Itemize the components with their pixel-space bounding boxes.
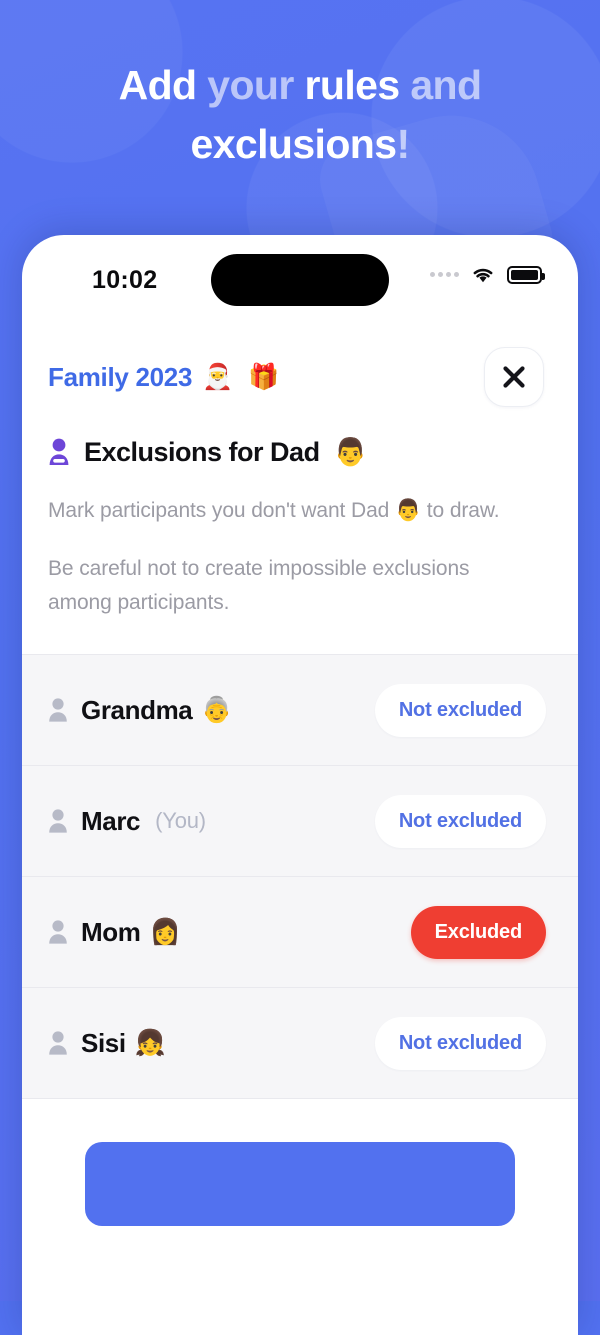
dynamic-island [211,254,389,306]
participant-name: Sisi 👧 [81,1027,166,1059]
exclusions-title-text: Exclusions for Dad [84,436,320,467]
group-title: Family 2023 🎅 🎁 [48,362,283,393]
participant-info: Grandma 👵 [48,695,232,726]
exclusions-intro: Exclusions for Dad 👨 Mark participants y… [22,414,578,654]
footer-area [22,1099,578,1250]
phone-mockup: 10:02 Family 2023 🎅 🎁 Exclusions for Dad… [22,235,578,1335]
participant-name: Mom 👩 [81,916,181,948]
participant-emoji: 👩 [149,917,181,946]
person-minus-icon [49,438,69,465]
participant-row[interactable]: Mom 👩 Excluded [22,877,578,989]
exclusion-status-button[interactable]: Excluded [410,905,546,959]
exclusion-status-button[interactable]: Not excluded [374,1016,546,1070]
exclusion-status-button[interactable]: Not excluded [374,683,546,737]
participant-name: Marc (You) [81,806,206,837]
signal-dots-icon [430,272,459,277]
participant-name-text: Grandma [81,694,193,725]
headline-exclamation: ! [396,121,410,168]
close-button[interactable] [484,347,544,407]
headline-word-your: your [207,62,305,108]
status-time: 10:02 [92,266,158,294]
app-header: Family 2023 🎅 🎁 [22,330,578,414]
exclusions-title: Exclusions for Dad 👨 [48,436,552,468]
headline-word-rules: rules [304,62,411,108]
participant-row[interactable]: Marc (You) Not excluded [22,766,578,878]
participant-emoji: 👵 [201,695,233,724]
exclusion-status-button[interactable]: Not excluded [374,794,546,848]
status-indicators [430,265,545,284]
participant-you-tag: (You) [155,808,206,834]
wifi-icon [473,268,493,283]
headline-word-add: Add [118,62,208,108]
person-icon [49,1031,67,1055]
headline-word-and: and [410,62,482,108]
person-icon [49,920,67,944]
person-icon [49,698,67,722]
participant-row[interactable]: Sisi 👧 Not excluded [22,988,578,1100]
intro-paragraph-2: Be careful not to create impossible excl… [48,557,470,615]
group-title-emoji: 🎅 🎁 [202,362,284,391]
participant-name-text: Sisi [81,1027,126,1058]
participant-emoji: 👧 [134,1028,166,1057]
intro-paragraph-1: Mark participants you don't want Dad 👨 t… [48,499,500,522]
close-icon [503,366,525,388]
promo-headline: Add your rules and exclusions! [0,56,600,174]
participant-name: Grandma 👵 [81,695,232,726]
status-bar: 10:02 [22,235,578,330]
exclusions-title-emoji: 👨 [333,437,368,467]
battery-full-icon [507,265,545,284]
participant-name-text: Marc [81,805,141,836]
participant-info: Marc (You) [48,806,206,837]
person-icon [49,809,67,833]
participant-list: Grandma 👵 Not excluded Marc (You) Not exclud… [22,654,578,1100]
primary-action-button[interactable] [85,1142,515,1227]
participant-name-text: Mom [81,916,141,947]
participant-row[interactable]: Grandma 👵 Not excluded [22,655,578,767]
headline-word-exclusions: exclusions [190,121,398,168]
participant-info: Sisi 👧 [48,1027,166,1059]
participant-info: Mom 👩 [48,916,181,948]
group-title-text: Family 2023 [48,361,193,392]
